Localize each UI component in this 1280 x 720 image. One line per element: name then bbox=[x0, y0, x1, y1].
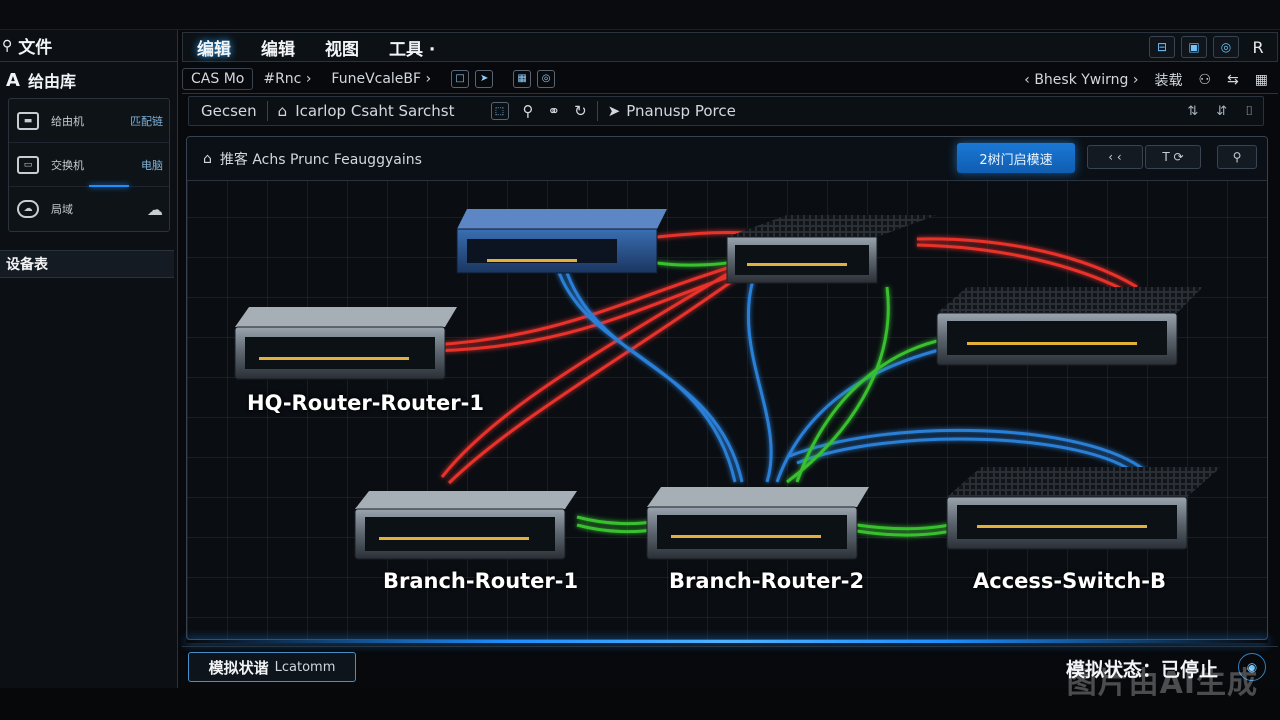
cloud-icon: ☁ bbox=[17, 200, 39, 218]
settings-button[interactable]: ◎ bbox=[1213, 36, 1239, 58]
library-item-router[interactable]: ▬ 给由机 匹配链 bbox=[9, 99, 169, 143]
library-item-sub: 电脑 bbox=[141, 158, 163, 172]
library-item-cloud[interactable]: ☁ 局域 ☁ bbox=[9, 187, 169, 231]
menu-bar: 编辑 编辑 视图 工具 · ⊟ ▣ ◎ R bbox=[182, 32, 1278, 62]
node-label-branch-router-1[interactable]: Branch-Router-1 bbox=[383, 569, 578, 593]
window-controls: ⊟ ▣ ◎ R bbox=[1149, 36, 1271, 58]
lock-icon[interactable]: ⌷ bbox=[1245, 104, 1253, 119]
globe-icon[interactable]: ◎ bbox=[537, 69, 556, 88]
library-item-label: 交换机 bbox=[51, 158, 84, 172]
canvas-glow-divider bbox=[186, 640, 1268, 643]
library-title: 给由库 bbox=[27, 72, 76, 91]
toolbar2-tools: ⬚ ⚲ ⚭ ↻ bbox=[490, 102, 587, 120]
red-cable bbox=[447, 265, 753, 485]
library-item-label: 局域 bbox=[51, 203, 73, 216]
toolbar-wiring[interactable]: ‹ Bhesk Ywirng › bbox=[1024, 72, 1138, 88]
library-header[interactable]: A 给由库 bbox=[6, 66, 174, 94]
toolbar-tab-funevcale[interactable]: FuneVcaleBF › bbox=[321, 71, 441, 87]
toolbar2-item-search[interactable]: Icarlop Csaht Sarchst bbox=[295, 102, 454, 120]
switch-icon: ▭ bbox=[17, 155, 39, 174]
red-cable bbox=[916, 243, 1123, 291]
restore-button[interactable]: R bbox=[1245, 36, 1271, 58]
cloud-shape-icon: ☁ bbox=[147, 199, 163, 219]
library-item-sub: 匹配链 bbox=[130, 114, 163, 128]
pin-icon[interactable]: ⚲ bbox=[523, 102, 534, 120]
ai-watermark: 图片由AI生成 bbox=[1066, 666, 1258, 701]
blue-cable bbox=[746, 266, 773, 483]
maximize-button[interactable]: ▣ bbox=[1181, 36, 1207, 58]
home-icon[interactable]: ⌂ bbox=[278, 102, 288, 120]
share-icon[interactable]: ⇆ bbox=[1227, 72, 1239, 88]
toolbar-tab-rnc[interactable]: #Rnc › bbox=[253, 71, 321, 87]
green-cable bbox=[795, 335, 958, 483]
cursor-icon[interactable]: ➤ bbox=[475, 69, 494, 88]
toolbar-icons: □ ➤ bbox=[441, 69, 503, 88]
router-icon: ▬ bbox=[17, 111, 39, 130]
device-top-blue bbox=[456, 209, 667, 274]
simulation-status-sub: Lcatomm bbox=[274, 659, 336, 675]
device-hq-router bbox=[234, 307, 457, 380]
toolbar2-item-pnanusp[interactable]: Pnanusp Porce bbox=[626, 102, 736, 120]
device-branch-router-1 bbox=[354, 491, 577, 560]
user-icon[interactable]: ⚇ bbox=[1198, 72, 1211, 88]
topology-canvas[interactable]: ⌂ 推客 Achs Prunc Feauggyains 2树门启模速 ‹ ‹ T… bbox=[186, 136, 1268, 640]
menu-view[interactable]: 视图 bbox=[311, 35, 375, 60]
library-icon: A bbox=[6, 69, 20, 91]
frame-icon[interactable]: □ bbox=[451, 69, 470, 88]
minimize-button[interactable]: ⊟ bbox=[1149, 36, 1175, 58]
device-list-header[interactable]: 设备表 bbox=[0, 250, 174, 278]
device-top-mesh bbox=[726, 215, 937, 284]
device-branch-router-2 bbox=[646, 487, 869, 560]
search-icon: ⚲ bbox=[2, 37, 13, 54]
device-right-switch bbox=[936, 287, 1203, 366]
simulation-status-panel[interactable]: 模拟状谐 Lcatomm bbox=[188, 652, 356, 682]
toolbar-load[interactable]: 装载 bbox=[1154, 70, 1182, 90]
device-access-switch-b bbox=[946, 467, 1221, 550]
library-item-label: 给由机 bbox=[51, 114, 84, 128]
divider bbox=[266, 101, 268, 121]
grid-icon[interactable]: ▦ bbox=[513, 69, 532, 88]
distribute-icon[interactable]: ⇵ bbox=[1216, 104, 1227, 119]
select-icon[interactable]: ⬚ bbox=[490, 102, 509, 120]
link-icon[interactable]: ⚭ bbox=[548, 102, 561, 120]
topology-diagram bbox=[234, 209, 1221, 560]
toolbar-primary: CAS Mo #Rnc › FuneVcaleBF › □ ➤ ▦ ◎ ‹ Bh… bbox=[182, 64, 1278, 94]
menu-tools[interactable]: 工具 · bbox=[375, 35, 451, 60]
node-label-hq-router[interactable]: HQ-Router-Router-1 bbox=[247, 391, 484, 415]
divider bbox=[596, 101, 598, 121]
arrow-icon[interactable]: ➤ bbox=[608, 102, 621, 120]
library-item-switch[interactable]: ▭ 交换机 电脑 bbox=[9, 143, 169, 187]
node-label-branch-router-2[interactable]: Branch-Router-2 bbox=[669, 569, 864, 593]
file-menu-label: 文件 bbox=[18, 38, 53, 58]
grid-view-icon[interactable]: ▦ bbox=[1255, 72, 1268, 88]
toolbar-secondary: Gecsen ⌂ Icarlop Csaht Sarchst ⬚ ⚲ ⚭ ↻ ➤… bbox=[188, 96, 1264, 126]
toolbar-right: ‹ Bhesk Ywirng › 装载 ⚇ ⇆ ▦ bbox=[1024, 70, 1268, 90]
toolbar2-right: ⇅ ⇵ ⌷ bbox=[1187, 104, 1253, 119]
green-cable bbox=[576, 515, 658, 526]
file-menu[interactable]: ⚲ 文件 bbox=[0, 30, 178, 62]
node-label-access-switch-b[interactable]: Access-Switch-B bbox=[973, 569, 1166, 593]
toolbar2-item-gecsen[interactable]: Gecsen bbox=[189, 102, 257, 120]
menu-edit-2[interactable]: 编辑 bbox=[247, 35, 311, 60]
library-list: ▬ 给由机 匹配链 ▭ 交换机 电脑 ☁ 局域 ☁ bbox=[8, 98, 170, 232]
menu-edit-1[interactable]: 编辑 bbox=[183, 35, 247, 60]
align-icon[interactable]: ⇅ bbox=[1187, 104, 1198, 119]
red-cable bbox=[440, 260, 748, 478]
toolbar-tab-cas[interactable]: CAS Mo bbox=[182, 67, 254, 90]
title-bar bbox=[0, 0, 1280, 30]
red-cable bbox=[431, 263, 763, 353]
green-cable bbox=[576, 523, 658, 534]
refresh-icon[interactable]: ↻ bbox=[574, 102, 587, 120]
simulation-status-label: 模拟状谐 bbox=[208, 658, 269, 677]
toolbar-icons-2: ▦ ◎ bbox=[503, 69, 565, 88]
